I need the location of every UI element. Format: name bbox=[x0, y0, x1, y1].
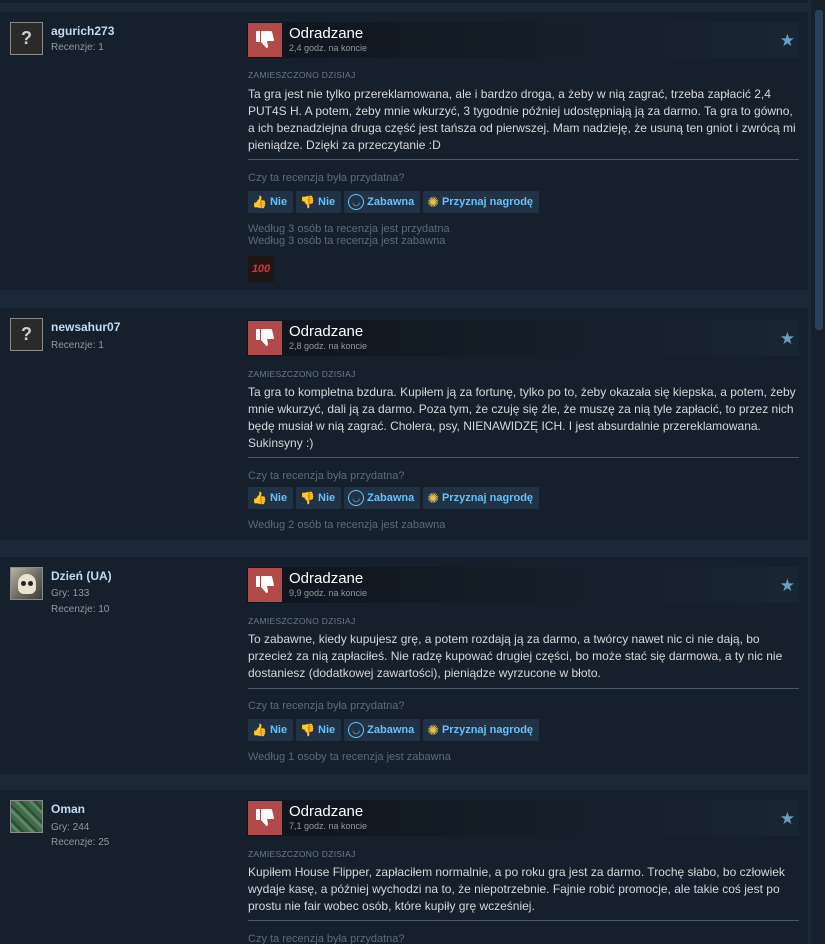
award-icon: ✺ bbox=[427, 489, 439, 506]
skull-icon bbox=[17, 573, 36, 594]
question-mark-icon: ? bbox=[21, 324, 32, 344]
username[interactable]: Dzień (UA) bbox=[51, 569, 112, 583]
vote-no-button[interactable]: 👎 Nie bbox=[296, 487, 342, 509]
question-mark-icon: ? bbox=[21, 28, 32, 48]
vote-no-button[interactable]: 👎 Nie bbox=[296, 191, 342, 213]
username[interactable]: agurich273 bbox=[51, 24, 114, 38]
award-button[interactable]: ✺ Przyznaj nagrodę bbox=[423, 719, 540, 741]
helpful-question: Czy ta recenzja była przydatna? bbox=[248, 470, 405, 482]
vote-yes-button[interactable]: 👍 Nie bbox=[248, 191, 294, 213]
funny-count: Według 1 osoby ta recenzja jest zabawna bbox=[248, 751, 451, 763]
vote-funny-button[interactable]: ◡ Zabawna bbox=[344, 487, 421, 509]
scrollbar-thumb[interactable] bbox=[815, 10, 823, 330]
vote-funny-button[interactable]: ◡ Zabawna bbox=[344, 719, 421, 741]
verdict-header[interactable]: Odradzane 7,1 godz. na koncie ★ bbox=[247, 800, 799, 836]
award-button[interactable]: ✺ Przyznaj nagrodę bbox=[423, 487, 540, 509]
thumbs-up-icon: 👍 bbox=[252, 491, 267, 505]
review-card: Oman Gry: 244 Recenzje: 25 Odradzane 7,1… bbox=[0, 790, 808, 944]
verdict-header[interactable]: Odradzane 2,8 godz. na koncie ★ bbox=[247, 320, 799, 356]
review-card: ? agurich273 Recenzje: 1 Odradzane 2,4 g… bbox=[0, 12, 808, 290]
hours-on-record: 9,9 godz. na koncie bbox=[289, 588, 368, 598]
review-count: Recenzje: 25 bbox=[51, 837, 110, 848]
username[interactable]: newsahur07 bbox=[51, 320, 120, 334]
verdict-title: Odradzane bbox=[289, 323, 364, 340]
award-icon: ✺ bbox=[427, 193, 439, 210]
verdict-title: Odradzane bbox=[289, 25, 364, 42]
posted-date: ZAMIESZCZONO DZISIAJ bbox=[248, 70, 356, 80]
vote-funny-button[interactable]: ◡ Zabawna bbox=[344, 191, 421, 213]
thumbs-down-icon bbox=[248, 801, 282, 835]
smiley-icon: ◡ bbox=[348, 490, 365, 506]
avatar[interactable]: ? bbox=[10, 318, 43, 351]
review-count: Recenzje: 1 bbox=[51, 42, 104, 53]
posted-date: ZAMIESZCZONO DZISIAJ bbox=[248, 369, 356, 379]
thumbs-down-icon bbox=[248, 23, 282, 57]
vote-yes-button[interactable]: 👍 Nie bbox=[248, 487, 294, 509]
vote-buttons: 👍 Nie 👎 Nie ◡ Zabawna ✺ Przyznaj nagrodę bbox=[248, 487, 540, 509]
vote-buttons: 👍 Nie 👎 Nie ◡ Zabawna ✺ Przyznaj nagrodę bbox=[248, 719, 540, 741]
games-count: Gry: 244 bbox=[51, 822, 90, 833]
award-button[interactable]: ✺ Przyznaj nagrodę bbox=[423, 191, 540, 213]
avatar[interactable] bbox=[10, 800, 43, 833]
award-100-icon[interactable]: 100 bbox=[248, 256, 274, 282]
review-text: Ta gra to kompletna bzdura. Kupiłem ją z… bbox=[248, 385, 796, 450]
verdict-header[interactable]: Odradzane 9,9 godz. na koncie ★ bbox=[247, 567, 799, 603]
username[interactable]: Oman bbox=[51, 802, 85, 816]
scrollbar[interactable] bbox=[811, 0, 825, 944]
funny-count: Według 3 osób ta recenzja jest zabawna bbox=[248, 235, 446, 247]
verdict-title: Odradzane bbox=[289, 570, 364, 587]
smiley-icon: ◡ bbox=[348, 722, 365, 738]
verdict-title: Odradzane bbox=[289, 803, 364, 820]
helpful-question: Czy ta recenzja była przydatna? bbox=[248, 700, 405, 712]
divider bbox=[248, 688, 799, 689]
review-text: Kupiłem House Flipper, zapłaciłem normal… bbox=[248, 865, 785, 913]
funny-count: Według 2 osób ta recenzja jest zabawna bbox=[248, 519, 446, 531]
review-text: To zabawne, kiedy kupujesz grę, a potem … bbox=[248, 632, 783, 680]
thumbs-down-icon: 👎 bbox=[300, 723, 316, 737]
avatar[interactable] bbox=[10, 567, 43, 600]
thumbs-down-icon: 👎 bbox=[300, 491, 316, 505]
verdict-header[interactable]: Odradzane 2,4 godz. na koncie ★ bbox=[247, 22, 799, 58]
helpful-question: Czy ta recenzja była przydatna? bbox=[248, 933, 405, 944]
helpful-count: Według 3 osób ta recenzja jest przydatna bbox=[248, 223, 450, 235]
smiley-icon: ◡ bbox=[348, 194, 365, 210]
top-bar bbox=[0, 0, 808, 3]
hours-on-record: 7,1 godz. na koncie bbox=[289, 821, 368, 831]
posted-date: ZAMIESZCZONO DZISIAJ bbox=[248, 849, 356, 859]
vote-buttons: 👍 Nie 👎 Nie ◡ Zabawna ✺ Przyznaj nagrodę bbox=[248, 191, 540, 213]
games-count: Gry: 133 bbox=[51, 588, 90, 599]
divider bbox=[248, 159, 799, 160]
thumbs-up-icon: 👍 bbox=[252, 723, 267, 737]
thumbs-down-icon: 👎 bbox=[300, 195, 316, 209]
review-text: Ta gra jest nie tylko przereklamowana, a… bbox=[248, 87, 796, 152]
helpful-question: Czy ta recenzja była przydatna? bbox=[248, 172, 405, 184]
hours-on-record: 2,4 godz. na koncie bbox=[289, 43, 368, 53]
star-icon[interactable]: ★ bbox=[780, 31, 795, 51]
thumbs-down-icon bbox=[248, 568, 282, 602]
avatar[interactable]: ? bbox=[10, 22, 43, 55]
divider bbox=[248, 457, 799, 458]
review-count: Recenzje: 10 bbox=[51, 604, 110, 615]
divider bbox=[248, 920, 799, 921]
star-icon[interactable]: ★ bbox=[780, 809, 795, 829]
vote-no-button[interactable]: 👎 Nie bbox=[296, 719, 342, 741]
star-icon[interactable]: ★ bbox=[780, 329, 795, 349]
hours-on-record: 2,8 godz. na koncie bbox=[289, 341, 368, 351]
star-icon[interactable]: ★ bbox=[780, 576, 795, 596]
vote-yes-button[interactable]: 👍 Nie bbox=[248, 719, 294, 741]
award-icon: ✺ bbox=[427, 721, 439, 738]
review-card: Dzień (UA) Gry: 133 Recenzje: 10 Odradza… bbox=[0, 557, 808, 774]
thumbs-up-icon: 👍 bbox=[252, 195, 267, 209]
thumbs-down-icon bbox=[248, 321, 282, 355]
review-count: Recenzje: 1 bbox=[51, 340, 104, 351]
review-card: ? newsahur07 Recenzje: 1 Odradzane 2,8 g… bbox=[0, 308, 808, 540]
posted-date: ZAMIESZCZONO DZISIAJ bbox=[248, 616, 356, 626]
